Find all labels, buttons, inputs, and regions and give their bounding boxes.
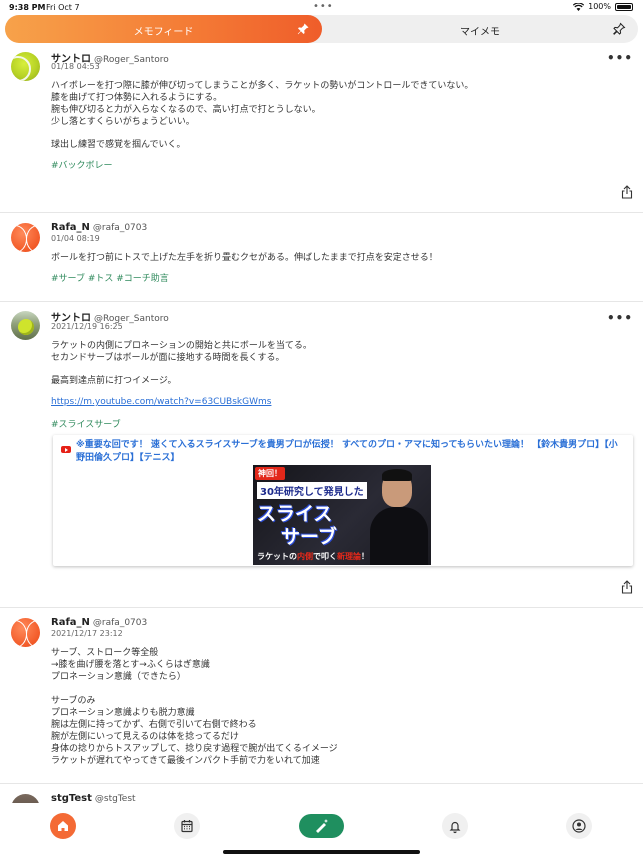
feed-post[interactable]: サントロ @Roger_Santoro 01/18 04:53 ••• ハイボレー… <box>0 43 643 213</box>
more-options-icon[interactable]: ••• <box>607 51 633 65</box>
post-author[interactable]: Rafa_N @rafa_0703 <box>51 222 147 233</box>
feed-tab-bar: メモフィード マイメモ <box>5 15 638 43</box>
nav-home[interactable] <box>50 813 76 839</box>
share-icon[interactable] <box>621 185 633 199</box>
tab-my-memo-label: マイメモ <box>460 27 500 38</box>
new-memo-button[interactable] <box>299 814 344 838</box>
profile-icon <box>572 819 586 833</box>
post-text-line: 少し落とすくらいがちょうどいい。 <box>51 117 195 127</box>
feed-post[interactable]: Rafa_N @rafa_0703 2021/12/17 23:12 サーブ、スト… <box>0 608 643 784</box>
status-bar: 9:38 PM Fri Oct 7 ••• 100% <box>0 0 643 16</box>
tab-memo-feed[interactable]: メモフィード <box>5 15 322 43</box>
avatar[interactable] <box>11 52 40 81</box>
post-datetime: 01/18 04:53 <box>51 62 100 71</box>
post-datetime: 01/04 08:19 <box>51 234 100 243</box>
battery-percent: 100% <box>588 2 611 11</box>
post-datetime: 2021/12/17 23:12 <box>51 629 123 638</box>
thumb-title-2: サーブ <box>281 526 337 548</box>
post-datetime: 2021/12/19 16:25 <box>51 322 123 331</box>
avatar[interactable] <box>11 311 40 340</box>
pin-outline-icon[interactable] <box>612 22 626 36</box>
thumb-person <box>368 469 430 565</box>
author-name: Rafa_N <box>51 222 90 233</box>
author-handle: @Roger_Santoro <box>94 55 169 65</box>
youtube-icon <box>61 446 71 453</box>
author-handle: @stgTest <box>94 794 136 803</box>
home-indicator <box>223 850 420 854</box>
bottom-navigation <box>0 803 643 858</box>
tab-my-memo[interactable]: マイメモ <box>322 15 638 43</box>
post-hashtags[interactable]: #サーブ #トス #コーチ助言 <box>51 271 169 284</box>
status-date: Fri Oct 7 <box>46 3 80 12</box>
status-time: 9:38 PM <box>9 3 46 12</box>
more-options-icon[interactable]: ••• <box>607 311 633 325</box>
post-text-line: 球出し練習で感覚を掴んでいく。 <box>51 140 186 150</box>
author-name: stgTest <box>51 793 92 803</box>
post-hashtags[interactable]: #スライスサーブ <box>51 417 121 430</box>
pin-icon[interactable] <box>296 22 310 36</box>
avatar[interactable] <box>11 794 40 803</box>
avatar[interactable] <box>11 618 40 647</box>
link-preview-title[interactable]: ※重要な回です！ 速くて入るスライスサーブを貴男プロが伝授！ すべてのプロ・アマ… <box>76 439 626 465</box>
post-hashtags[interactable]: #バックボレー <box>51 158 113 171</box>
post-text-line: ラケットが遅れてやってきて最後インパクト手前で力をいれて加速 <box>51 756 320 766</box>
post-author[interactable]: Rafa_N @rafa_0703 <box>51 617 147 628</box>
thumb-subcaption: ラケットの内側で叩く新理論！ <box>257 552 369 561</box>
nav-calendar[interactable] <box>174 813 200 839</box>
post-text-line: ボールを打つ前にトスで上げた左手を折り畳むクセがある。伸ばしたままで打点を安定さ… <box>51 253 438 263</box>
status-right: 100% <box>573 2 633 11</box>
share-icon[interactable] <box>621 580 633 594</box>
memo-feed: サントロ @Roger_Santoro 01/18 04:53 ••• ハイボレー… <box>0 43 643 803</box>
feed-post[interactable]: Rafa_N @rafa_0703 01/04 08:19 ボールを打つ前にトスで… <box>0 213 643 302</box>
multitask-dots-icon[interactable]: ••• <box>313 1 334 12</box>
wifi-icon <box>573 2 585 11</box>
tennis-ball-icon <box>18 319 34 335</box>
calendar-icon <box>181 820 193 833</box>
post-text-line: プロネーション意識（できたら） <box>51 672 186 682</box>
thumb-caption: 30年研究して発見した <box>257 482 367 499</box>
tab-memo-feed-label: メモフィード <box>133 27 194 38</box>
post-text-line: 最高到達点前に打つイメージ。 <box>51 376 177 386</box>
battery-icon <box>615 2 633 11</box>
nav-notifications[interactable] <box>442 813 468 839</box>
link-preview-card[interactable]: ※重要な回です！ 速くて入るスライスサーブを貴男プロが伝授！ すべてのプロ・アマ… <box>53 435 633 566</box>
feed-post[interactable]: stgTest @stgTest <box>0 784 643 803</box>
author-name: Rafa_N <box>51 617 90 628</box>
magic-pen-icon <box>316 819 328 833</box>
author-handle: @rafa_0703 <box>92 618 148 628</box>
avatar[interactable] <box>11 223 40 252</box>
home-icon <box>58 821 68 831</box>
video-thumbnail[interactable]: 神回！ 30年研究して発見した スライス サーブ ラケットの内側で叩く新理論！ <box>253 465 431 565</box>
post-author[interactable]: stgTest @stgTest <box>51 793 136 803</box>
post-text-line: セカンドサーブはボールが面に接地する時間を長くする。 <box>51 353 285 363</box>
bell-icon <box>449 821 461 834</box>
author-handle: @rafa_0703 <box>92 223 148 233</box>
nav-profile[interactable] <box>566 813 592 839</box>
post-link[interactable]: https://m.youtube.com/watch?v=63CUBskGWm… <box>51 397 271 407</box>
thumb-badge: 神回！ <box>255 467 285 480</box>
